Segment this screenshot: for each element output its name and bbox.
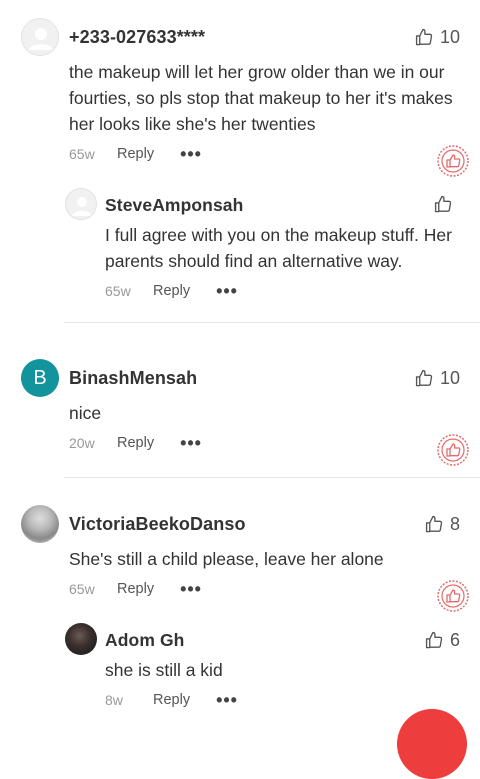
avatar[interactable]: B — [21, 359, 59, 397]
comment-meta: 65w Reply ••• — [69, 145, 202, 163]
comment-author[interactable]: VictoriaBeekoDanso — [69, 514, 246, 535]
divider — [64, 322, 480, 323]
timestamp: 65w — [69, 146, 95, 162]
more-dots-icon[interactable]: ••• — [216, 282, 238, 300]
more-dots-icon[interactable]: ••• — [216, 691, 238, 709]
default-avatar-icon — [72, 197, 92, 216]
like-button[interactable]: 6 — [425, 630, 460, 651]
more-dots-icon[interactable]: ••• — [180, 580, 202, 598]
thumbs-up-icon — [415, 369, 433, 387]
avatar-letter: B — [33, 367, 47, 389]
reply-button[interactable]: Reply — [117, 435, 154, 451]
thumbs-up-icon — [434, 195, 452, 213]
compose-fab[interactable] — [397, 709, 467, 779]
timestamp: 65w — [69, 581, 95, 597]
reply-button[interactable]: Reply — [117, 581, 154, 597]
reply-button[interactable]: Reply — [153, 283, 190, 299]
avatar[interactable] — [21, 18, 59, 56]
timestamp: 20w — [69, 435, 95, 451]
comment-text: nice — [69, 403, 102, 423]
comment-author[interactable]: Adom Gh — [105, 630, 184, 651]
timestamp: 65w — [105, 283, 131, 299]
like-count: 8 — [450, 514, 461, 534]
comment-author[interactable]: +233-027633**** — [69, 27, 205, 48]
avatar[interactable] — [21, 505, 59, 543]
comment-author[interactable]: BinashMensah — [69, 368, 197, 389]
comment-author[interactable]: SteveAmponsah — [105, 195, 243, 216]
avatar[interactable] — [65, 623, 97, 655]
comment-meta: 65w Reply ••• — [69, 580, 202, 598]
liked-stamp-icon[interactable] — [437, 580, 469, 612]
more-dots-icon[interactable]: ••• — [180, 434, 202, 452]
reply-button[interactable]: Reply — [153, 692, 190, 708]
avatar[interactable] — [65, 188, 97, 220]
timestamp: 8w — [105, 692, 123, 708]
liked-stamp-icon[interactable] — [437, 434, 469, 466]
divider — [64, 477, 480, 478]
comment-meta: 8w Reply ••• — [105, 691, 238, 709]
comment-text: she is still a kid — [105, 660, 223, 680]
thumbs-up-icon — [415, 28, 433, 46]
comment-meta: 20w Reply ••• — [69, 434, 202, 452]
comment-text: the makeup will let her grow older than … — [69, 62, 453, 134]
like-button[interactable]: 8 — [425, 514, 460, 535]
default-avatar-icon — [29, 28, 53, 50]
like-count: 10 — [440, 368, 461, 388]
more-dots-icon[interactable]: ••• — [180, 145, 202, 163]
liked-stamp-icon[interactable] — [437, 145, 469, 177]
thumbs-up-icon — [425, 631, 443, 649]
comment-text: She's still a child please, leave her al… — [69, 549, 384, 569]
like-button[interactable] — [434, 195, 453, 214]
comment-text: I full agree with you on the makeup stuf… — [105, 225, 452, 271]
reply-button[interactable]: Reply — [117, 146, 154, 162]
like-count: 10 — [440, 27, 461, 47]
like-count: 6 — [450, 630, 461, 650]
like-button[interactable]: 10 — [415, 368, 460, 389]
like-button[interactable]: 10 — [415, 27, 460, 48]
thumbs-up-icon — [425, 515, 443, 533]
comment-meta: 65w Reply ••• — [105, 282, 238, 300]
